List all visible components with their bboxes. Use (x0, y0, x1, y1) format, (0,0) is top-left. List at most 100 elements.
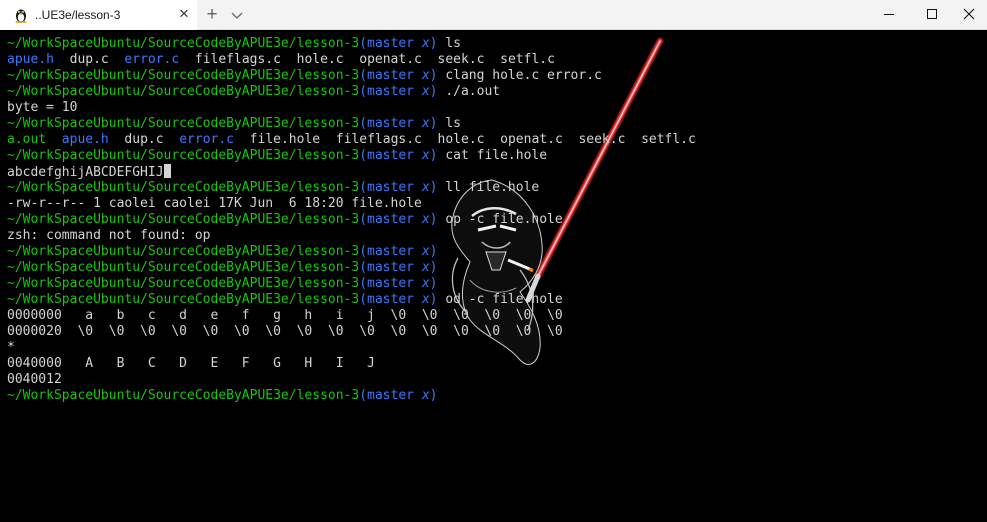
prompt-dirty-marker: x (421, 212, 430, 227)
prompt-branch: master (367, 260, 414, 275)
command-line: ~/WorkSpaceUbuntu/SourceCodeByAPUE3e/les… (7, 276, 696, 292)
prompt-path: ~/WorkSpaceUbuntu/SourceCodeByAPUE3e/les… (7, 180, 360, 195)
prompt-branch: master (367, 36, 414, 51)
linux-tux-icon (15, 9, 27, 23)
command-line: ~/WorkSpaceUbuntu/SourceCodeByAPUE3e/les… (7, 292, 696, 308)
file-content: abcdefghijABCDEFGHIJ (7, 165, 164, 180)
prompt-dirty-marker: x (421, 244, 430, 259)
prompt-branch: master (367, 292, 414, 307)
ls-entry: setfl.c (641, 132, 696, 147)
prompt-path: ~/WorkSpaceUbuntu/SourceCodeByAPUE3e/les… (7, 68, 360, 83)
prompt-path: ~/WorkSpaceUbuntu/SourceCodeByAPUE3e/les… (7, 116, 360, 131)
ls-entry: openat.c (359, 52, 422, 67)
od-output-line: * (7, 340, 15, 355)
ls-entry: error.c (124, 52, 180, 67)
title-bar: ..UE3e/lesson-3 × + (0, 0, 987, 30)
prompt-branch: master (367, 180, 414, 195)
prompt-git-close: ) (429, 276, 438, 291)
prompt-git-open: ( (359, 180, 368, 195)
ls-entry: fileflags.c (335, 132, 422, 147)
prompt-dirty-marker: x (421, 260, 430, 275)
prompt-dirty-marker: x (421, 148, 430, 163)
ls-entry: fileflags.c (194, 52, 281, 67)
ls-entry: openat.c (500, 132, 563, 147)
od-output-line: 0040012 (7, 372, 62, 387)
prompt-git-close: ) (429, 36, 438, 51)
prompt-git-close: ) (429, 68, 438, 83)
new-tab-button[interactable]: + (203, 5, 221, 25)
command-line: ~/WorkSpaceUbuntu/SourceCodeByAPUE3e/les… (7, 180, 696, 196)
prompt-git-open: ( (359, 36, 368, 51)
prompt-branch: master (367, 84, 414, 99)
tab-title: ..UE3e/lesson-3 (35, 8, 121, 22)
ls-entry: hole.c (296, 52, 344, 67)
ls-entry: seek.c (437, 52, 485, 67)
command-line: ~/WorkSpaceUbuntu/SourceCodeByAPUE3e/les… (7, 388, 696, 404)
terminal-tab[interactable]: ..UE3e/lesson-3 × (0, 0, 197, 30)
command-text: ls (445, 116, 461, 131)
prompt-git-close: ) (429, 212, 438, 227)
prompt-branch: master (367, 244, 414, 259)
prompt-branch: master (367, 68, 414, 83)
command-text: cat file.hole (445, 148, 548, 163)
command-text: clang hole.c error.c (445, 68, 602, 83)
prompt-dirty-marker: x (421, 388, 430, 403)
od-output-line: 0040000 A B C D E F G H I J (7, 356, 375, 371)
ls-entry: file.hole (249, 132, 321, 147)
prompt-path: ~/WorkSpaceUbuntu/SourceCodeByAPUE3e/les… (7, 212, 360, 227)
prompt-branch: master (367, 116, 414, 131)
tab-close-icon[interactable]: × (176, 5, 192, 22)
ls-entry: seek.c (578, 132, 626, 147)
chevron-down-icon[interactable] (229, 7, 245, 23)
prompt-path: ~/WorkSpaceUbuntu/SourceCodeByAPUE3e/les… (7, 148, 360, 163)
prompt-path: ~/WorkSpaceUbuntu/SourceCodeByAPUE3e/les… (7, 84, 360, 99)
prompt-path: ~/WorkSpaceUbuntu/SourceCodeByAPUE3e/les… (7, 388, 360, 403)
command-line: ~/WorkSpaceUbuntu/SourceCodeByAPUE3e/les… (7, 260, 696, 276)
command-line: ~/WorkSpaceUbuntu/SourceCodeByAPUE3e/les… (7, 244, 696, 260)
output-line: zsh: command not found: op (7, 228, 211, 243)
prompt-git-open: ( (359, 292, 368, 307)
prompt-dirty-marker: x (421, 116, 430, 131)
command-line: ~/WorkSpaceUbuntu/SourceCodeByAPUE3e/les… (7, 116, 696, 132)
output-line: abcdefghijABCDEFGHIJ (7, 164, 696, 180)
prompt-path: ~/WorkSpaceUbuntu/SourceCodeByAPUE3e/les… (7, 244, 360, 259)
prompt-branch: master (367, 388, 414, 403)
command-line: ~/WorkSpaceUbuntu/SourceCodeByAPUE3e/les… (7, 36, 696, 52)
maximize-button[interactable] (914, 0, 950, 29)
prompt-path: ~/WorkSpaceUbuntu/SourceCodeByAPUE3e/les… (7, 276, 360, 291)
prompt-path: ~/WorkSpaceUbuntu/SourceCodeByAPUE3e/les… (7, 36, 360, 51)
prompt-path: ~/WorkSpaceUbuntu/SourceCodeByAPUE3e/les… (7, 260, 360, 275)
prompt-branch: master (367, 148, 414, 163)
od-output-line: 0000020 \0 \0 \0 \0 \0 \0 \0 \0 \0 \0 \0… (7, 324, 563, 339)
prompt-git-open: ( (359, 212, 368, 227)
prompt-git-open: ( (359, 68, 368, 83)
prompt-git-close: ) (429, 388, 438, 403)
close-window-button[interactable] (951, 0, 987, 29)
prompt-branch: master (367, 212, 414, 227)
prompt-dirty-marker: x (421, 180, 430, 195)
ls-entry: apue.h (61, 132, 109, 147)
ls-entry: a.out (7, 132, 47, 147)
prompt-dirty-marker: x (421, 68, 430, 83)
ls-entry: error.c (179, 132, 235, 147)
prompt-git-open: ( (359, 244, 368, 259)
prompt-dirty-marker: x (421, 36, 430, 51)
prompt-dirty-marker: x (421, 276, 430, 291)
terminal-output[interactable]: ~/WorkSpaceUbuntu/SourceCodeByAPUE3e/les… (0, 30, 987, 522)
prompt-branch: master (367, 276, 414, 291)
prompt-dirty-marker: x (421, 84, 430, 99)
output-line: byte = 10 (7, 100, 78, 115)
prompt-git-close: ) (429, 244, 438, 259)
command-text: od -c file.hole (445, 292, 563, 307)
prompt-git-open: ( (359, 148, 368, 163)
prompt-git-close: ) (429, 180, 438, 195)
minimize-button[interactable] (871, 0, 907, 29)
prompt-git-open: ( (359, 84, 368, 99)
prompt-git-close: ) (429, 292, 438, 307)
ls-output-line: apue.h dup.c error.c fileflags.c hole.c … (7, 52, 696, 68)
command-text: ./a.out (445, 84, 501, 99)
ls-entry: setfl.c (500, 52, 555, 67)
prompt-git-open: ( (359, 276, 368, 291)
prompt-git-open: ( (359, 388, 368, 403)
command-line: ~/WorkSpaceUbuntu/SourceCodeByAPUE3e/les… (7, 68, 696, 84)
